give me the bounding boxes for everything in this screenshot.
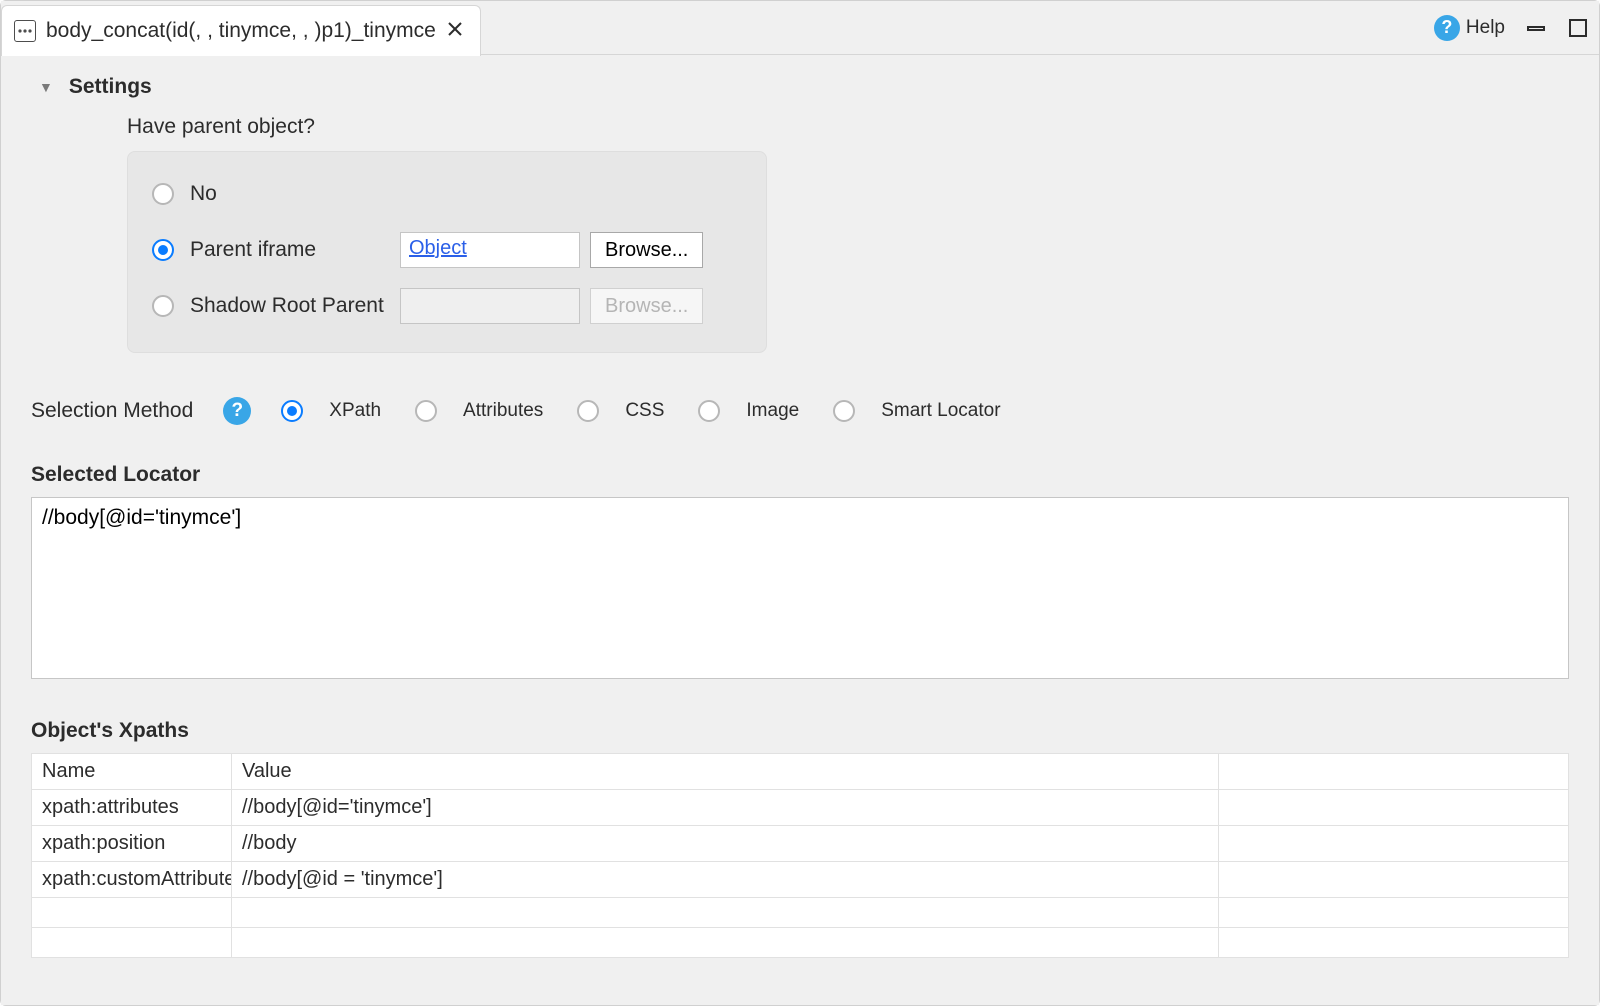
selection-method-label: Selection Method: [31, 399, 193, 423]
editor-body: ▼ Settings Have parent object? No Parent…: [1, 55, 1599, 1005]
xpath-name: xpath:customAttributes: [32, 862, 232, 898]
xpaths-table: Name Value xpath:attributes //body[@id='…: [31, 753, 1569, 958]
table-row[interactable]: xpath:position //body: [32, 826, 1569, 862]
object-icon: [14, 20, 36, 42]
help-label: Help: [1466, 17, 1505, 39]
maximize-button[interactable]: [1567, 17, 1589, 39]
radio-css-label: CSS: [625, 400, 664, 422]
selection-method-help-icon[interactable]: ?: [223, 397, 251, 425]
tabbar-actions: ? Help: [1434, 1, 1589, 54]
settings-heading: Settings: [69, 75, 152, 99]
parent-option-no[interactable]: No: [152, 170, 742, 218]
selected-locator-input[interactable]: [31, 497, 1569, 679]
radio-image[interactable]: [698, 400, 720, 422]
xpath-value: //body[@id = 'tinymce']: [232, 862, 1219, 898]
radio-xpath-label: XPath: [329, 400, 381, 422]
iframe-object-input[interactable]: Object: [400, 232, 580, 268]
parent-option-iframe[interactable]: Parent iframe Object Browse...: [152, 226, 742, 274]
selection-method-options: XPath Attributes CSS Image Smart Locator: [281, 400, 1000, 422]
sm-option-xpath[interactable]: XPath: [281, 400, 381, 422]
table-row[interactable]: xpath:customAttributes //body[@id = 'tin…: [32, 862, 1569, 898]
xpath-name: xpath:position: [32, 826, 232, 862]
radio-shadow[interactable]: [152, 295, 174, 317]
table-row[interactable]: xpath:attributes //body[@id='tinymce']: [32, 790, 1569, 826]
close-icon[interactable]: [446, 17, 464, 44]
radio-attributes[interactable]: [415, 400, 437, 422]
objects-xpaths-heading: Object's Xpaths: [31, 719, 1569, 743]
xpath-value: //body[@id='tinymce']: [232, 790, 1219, 826]
minimize-button[interactable]: [1525, 17, 1547, 39]
help-button[interactable]: ? Help: [1434, 15, 1505, 41]
sm-option-attributes[interactable]: Attributes: [415, 400, 543, 422]
radio-iframe-label: Parent iframe: [190, 238, 400, 262]
parent-option-shadow[interactable]: Shadow Root Parent Browse...: [152, 282, 742, 330]
radio-smart[interactable]: [833, 400, 855, 422]
shadow-object-input: [400, 288, 580, 324]
col-name-header[interactable]: Name: [32, 754, 232, 790]
radio-image-label: Image: [746, 400, 799, 422]
radio-shadow-label: Shadow Root Parent: [190, 294, 400, 318]
col-empty-header[interactable]: [1219, 754, 1569, 790]
xpath-name: xpath:attributes: [32, 790, 232, 826]
xpaths-header-row: Name Value: [32, 754, 1569, 790]
xpath-value: //body: [232, 826, 1219, 862]
radio-css[interactable]: [577, 400, 599, 422]
editor-frame: body_concat(id(, , tinymce, , )p1)_tinym…: [0, 0, 1600, 1006]
help-icon: ?: [1434, 15, 1460, 41]
radio-smart-label: Smart Locator: [881, 400, 1000, 422]
collapse-icon[interactable]: ▼: [39, 79, 53, 95]
table-row[interactable]: [32, 928, 1569, 958]
table-row[interactable]: [32, 898, 1569, 928]
selection-method-row: Selection Method ? XPath Attributes CSS: [31, 397, 1569, 425]
sm-option-image[interactable]: Image: [698, 400, 799, 422]
radio-no[interactable]: [152, 183, 174, 205]
sm-option-smart[interactable]: Smart Locator: [833, 400, 1000, 422]
iframe-object-link[interactable]: Object: [409, 237, 467, 259]
tab-bar: body_concat(id(, , tinymce, , )p1)_tinym…: [1, 1, 1599, 55]
editor-tab[interactable]: body_concat(id(, , tinymce, , )p1)_tinym…: [1, 5, 481, 56]
settings-header: ▼ Settings: [39, 75, 1569, 99]
sm-option-css[interactable]: CSS: [577, 400, 664, 422]
col-value-header[interactable]: Value: [232, 754, 1219, 790]
tab-title: body_concat(id(, , tinymce, , )p1)_tinym…: [46, 19, 436, 43]
radio-no-label: No: [190, 182, 400, 206]
parent-question: Have parent object?: [127, 115, 1569, 139]
shadow-browse-button: Browse...: [590, 288, 703, 324]
selected-locator-heading: Selected Locator: [31, 463, 1569, 487]
parent-panel: No Parent iframe Object Browse... Shadow…: [127, 151, 767, 353]
radio-iframe[interactable]: [152, 239, 174, 261]
radio-xpath[interactable]: [281, 400, 303, 422]
radio-attributes-label: Attributes: [463, 400, 543, 422]
iframe-browse-button[interactable]: Browse...: [590, 232, 703, 268]
